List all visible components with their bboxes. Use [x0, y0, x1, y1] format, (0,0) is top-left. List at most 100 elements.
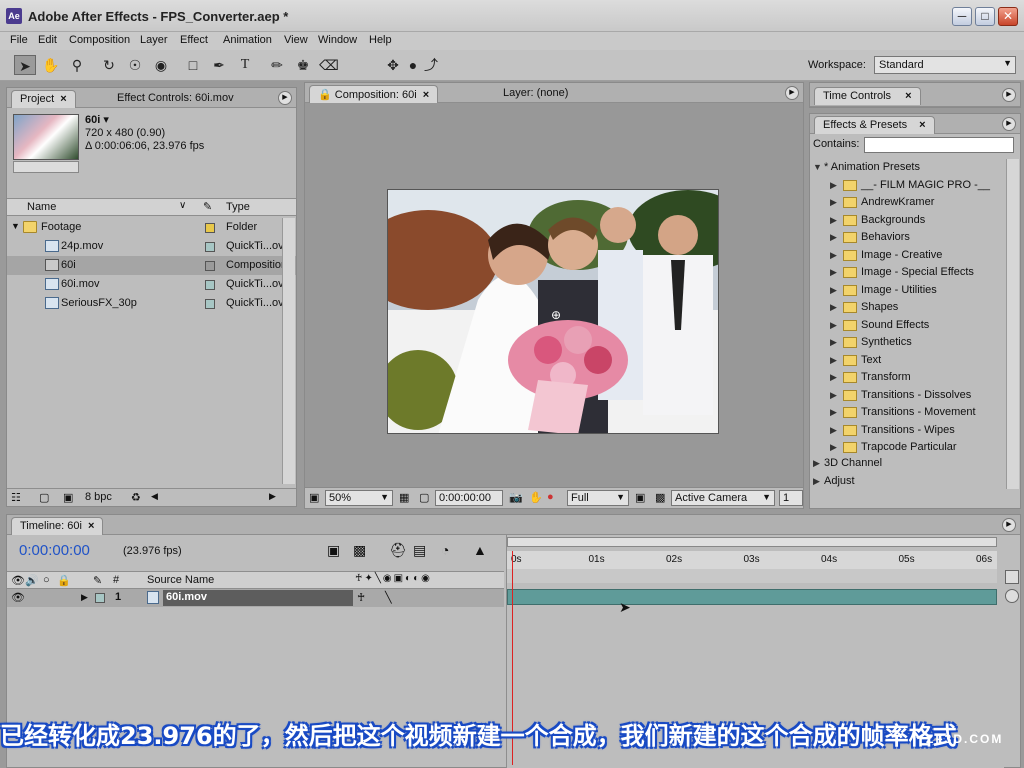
preset-folder[interactable]: ▶ Image - Special Effects — [810, 264, 1006, 282]
preset-folder[interactable]: ▶ Shapes — [810, 299, 1006, 317]
panel-menu-icon[interactable]: ▶ — [1002, 117, 1016, 131]
menu-view[interactable]: View — [280, 33, 312, 47]
collapsed-triangle-icon[interactable]: ▶ — [830, 337, 837, 348]
lock-icon[interactable]: 🔒 — [318, 89, 332, 101]
tab-layer[interactable]: Layer: (none) — [495, 85, 576, 103]
clone-stamp-icon[interactable]: ♚ — [292, 55, 314, 75]
sort-chevron-icon[interactable]: ∨ — [179, 200, 186, 211]
panel-menu-icon[interactable]: ▶ — [278, 91, 292, 105]
effect-category[interactable]: ▶ 3D Channel — [810, 455, 1006, 473]
close-icon[interactable]: × — [423, 89, 429, 101]
preset-folder[interactable]: ▶ Sound Effects — [810, 317, 1006, 335]
close-icon[interactable]: × — [88, 520, 94, 532]
layer-duration-bar[interactable] — [507, 589, 997, 605]
collapsed-triangle-icon[interactable]: ▶ — [813, 476, 820, 487]
effect-category[interactable]: ▶ Adjust — [810, 473, 1006, 491]
hand-tool-icon[interactable]: ✋ — [40, 55, 62, 75]
layer-row[interactable]: 👁 ▶ 1 60i.mov ♰ ╲ — [7, 589, 504, 607]
layer-name[interactable]: 60i.mov — [163, 590, 353, 606]
label-swatch[interactable] — [205, 280, 215, 290]
lock-icon[interactable]: 🔒 — [57, 574, 71, 587]
close-button[interactable]: ✕ — [998, 7, 1018, 26]
tab-composition[interactable]: 🔒 Composition: 60i × — [309, 85, 439, 103]
close-icon[interactable]: × — [60, 93, 66, 105]
preset-folder[interactable]: ▶ Image - Utilities — [810, 282, 1006, 300]
close-icon[interactable]: × — [905, 90, 911, 102]
collapsed-triangle-icon[interactable]: ▶ — [830, 285, 837, 296]
new-composition-icon[interactable]: ▣ — [63, 491, 73, 504]
label-tag-icon[interactable]: ✎ — [203, 200, 212, 213]
collapsed-triangle-icon[interactable]: ▶ — [830, 320, 837, 331]
label-swatch[interactable] — [205, 299, 215, 309]
timeline-current-time[interactable]: 0:00:00:00 — [19, 542, 90, 559]
project-row[interactable]: 60i.mov QuickTi...ovie — [7, 275, 296, 294]
menu-window[interactable]: Window — [314, 33, 361, 47]
menu-help[interactable]: Help — [365, 33, 396, 47]
collapse-transform-icon[interactable]: ♰ — [357, 591, 365, 604]
collapsed-triangle-icon[interactable]: ▶ — [830, 250, 837, 261]
preset-folder[interactable]: ▶ Image - Creative — [810, 247, 1006, 265]
preset-folder[interactable]: ▶ Behaviors — [810, 229, 1006, 247]
project-row[interactable]: SeriousFX_30p QuickTi...ovie — [7, 294, 296, 313]
preset-folder[interactable]: ▶ Transform — [810, 369, 1006, 387]
collapsed-triangle-icon[interactable]: ▶ — [830, 215, 837, 226]
current-time-field[interactable]: 0:00:00:00 — [435, 490, 503, 506]
effects-tree-root[interactable]: ▼ * Animation Presets — [810, 159, 1006, 177]
collapsed-triangle-icon[interactable]: ▶ — [830, 355, 837, 366]
eye-icon[interactable]: 👁 — [11, 591, 25, 604]
preset-folder[interactable]: ▶ Synthetics — [810, 334, 1006, 352]
label-swatch[interactable] — [205, 242, 215, 252]
frame-blending-icon[interactable]: ▤ — [413, 542, 426, 559]
text-tool-icon[interactable]: T — [234, 55, 256, 75]
panel-menu-icon[interactable]: ▶ — [1002, 88, 1016, 102]
safe-zones-icon[interactable]: ▦ — [399, 491, 409, 504]
menu-layer[interactable]: Layer — [136, 33, 172, 47]
collapsed-triangle-icon[interactable]: ▶ — [830, 390, 837, 401]
audio-icon[interactable]: 🔊 — [25, 574, 39, 587]
show-mask-icon[interactable]: ▢ — [419, 491, 429, 504]
time-navigator[interactable] — [507, 537, 997, 547]
time-ruler[interactable]: 0s 01s 02s 03s 04s 05s 06s — [507, 551, 997, 571]
preset-folder[interactable]: ▶ Transitions - Wipes — [810, 422, 1006, 440]
collapsed-triangle-icon[interactable]: ▶ — [830, 372, 837, 383]
tab-timeline[interactable]: Timeline: 60i × — [11, 517, 104, 535]
menu-animation[interactable]: Animation — [219, 33, 276, 47]
eraser-tool-icon[interactable]: ⌫ — [318, 55, 340, 75]
column-source-name[interactable]: Source Name — [147, 574, 214, 586]
collapsed-triangle-icon[interactable]: ▶ — [830, 197, 837, 208]
comp-button-icon[interactable] — [1005, 570, 1019, 584]
preset-folder[interactable]: ▶ Backgrounds — [810, 212, 1006, 230]
project-row[interactable]: 24p.mov QuickTi...ovie — [7, 237, 296, 256]
preset-folder[interactable]: ▶ Transitions - Dissolves — [810, 387, 1006, 405]
channel-rgb-icon[interactable]: ● — [547, 491, 554, 503]
hide-shy-icon[interactable]: ⛑ — [389, 542, 407, 559]
collapsed-triangle-icon[interactable]: ▶ — [830, 442, 837, 453]
preset-folder[interactable]: ▶ Text — [810, 352, 1006, 370]
trash-icon[interactable]: ♻ — [131, 491, 141, 504]
anchor-point-icon[interactable]: ⊕ — [551, 308, 561, 322]
close-icon[interactable]: × — [919, 119, 925, 131]
local-axis-icon[interactable]: ✥ — [382, 55, 404, 75]
tab-project[interactable]: Project × — [11, 90, 76, 108]
always-preview-icon[interactable]: ▣ — [309, 491, 319, 504]
collapsed-triangle-icon[interactable]: ▶ — [830, 180, 837, 191]
rectangle-mask-icon[interactable]: □ — [182, 55, 204, 75]
snapshot-icon[interactable]: 📷 — [509, 491, 523, 504]
view-axis-icon[interactable]: ⤴ — [420, 55, 442, 75]
region-of-interest-icon[interactable]: ▣ — [635, 491, 645, 504]
effects-search-input[interactable] — [864, 137, 1014, 153]
layer-switches-icon[interactable]: ♰✦╲◉▣◐◐◉ — [355, 573, 432, 584]
graph-editor-icon[interactable]: ▲ — [473, 542, 487, 558]
menu-edit[interactable]: Edit — [34, 33, 61, 47]
draft-3d-icon[interactable]: ▩ — [353, 542, 366, 559]
camera-dropdown[interactable]: Active Camera ▼ — [671, 490, 775, 506]
label-swatch[interactable] — [95, 593, 105, 603]
motion-blur-icon[interactable]: ◔ — [441, 542, 449, 558]
column-name[interactable]: Name — [27, 201, 56, 213]
tab-effect-controls[interactable]: Effect Controls: 60i.mov — [109, 90, 242, 108]
expand-triangle-icon[interactable]: ▼ — [11, 221, 20, 231]
selection-tool-icon[interactable]: ➤ — [14, 55, 36, 75]
collapsed-triangle-icon[interactable]: ▶ — [830, 302, 837, 313]
project-vertical-scrollbar[interactable] — [282, 218, 295, 484]
column-type[interactable]: Type — [226, 201, 250, 213]
